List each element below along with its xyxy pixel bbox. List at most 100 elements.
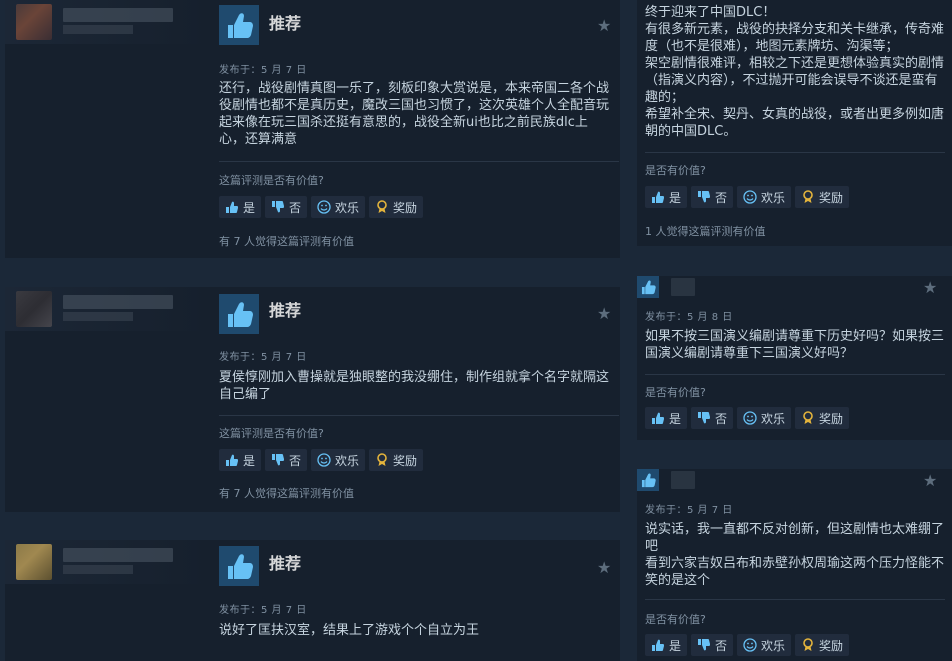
star-icon[interactable]: ★ [597,558,611,577]
avatar[interactable] [16,291,52,327]
award-icon [801,638,815,652]
thumbs-up-icon [651,411,665,425]
award-button[interactable]: 奖励 [369,449,424,471]
username-blurred[interactable] [671,278,695,296]
vote-buttons: 是 否 欢乐 奖励 [219,449,424,471]
review-text: 说实话，我一直都不反对创新，但这剧情也太难绷了吧 看到六家吉奴吕布和赤壁孙权周瑜… [645,522,945,588]
avatar[interactable] [16,4,52,40]
star-icon[interactable]: ★ [923,471,937,490]
smiley-icon [743,411,757,425]
vote-funny-button[interactable]: 欢乐 [311,449,366,471]
award-icon [801,411,815,425]
star-icon[interactable]: ★ [597,304,611,323]
post-date: 发布于：5 月 7 日 [219,352,307,363]
user-info-blurred [63,565,133,574]
star-icon[interactable]: ★ [597,16,611,35]
divider [219,161,619,162]
divider [219,415,619,416]
post-date: 发布于：5 月 7 日 [645,505,733,516]
thumbs-down-icon [697,190,711,204]
thumbs-up-icon [651,638,665,652]
recommend-label[interactable]: 推荐 [269,550,301,574]
vote-buttons: 是 否 欢乐 奖励 [645,634,850,656]
review-card: 推荐 ★ 发布于：5 月 7 日 还行，战役剧情真图一乐了，刻板印象大赏说是，本… [5,0,620,258]
award-icon [801,190,815,204]
helpful-question: 这篇评测是否有价值? [219,427,324,440]
divider [645,374,945,375]
thumbs-down-icon [271,200,285,214]
vote-funny-button[interactable]: 欢乐 [737,186,792,208]
smiley-icon [743,190,757,204]
user-info-blurred [63,312,133,321]
username-blurred[interactable] [671,471,695,489]
recommend-label[interactable]: 推荐 [269,10,301,34]
recommend-label[interactable]: 推荐 [269,297,301,321]
helpful-question: 是否有价值? [645,386,706,399]
award-button[interactable]: 奖励 [795,407,850,429]
vote-funny-button[interactable]: 欢乐 [311,196,366,218]
divider [645,152,945,153]
helpful-question: 是否有价值? [645,164,706,177]
helpful-count: 有 7 人觉得这篇评测有价值 [219,235,354,248]
thumbs-up-icon [651,190,665,204]
vote-buttons: 是 否 欢乐 奖励 [219,196,424,218]
user-bar[interactable] [5,540,217,584]
vote-no-button[interactable]: 否 [265,449,308,471]
star-icon[interactable]: ★ [923,278,937,297]
avatar[interactable] [16,544,52,580]
user-bar[interactable] [5,0,217,44]
award-button[interactable]: 奖励 [795,186,850,208]
review-text: 还行，战役剧情真图一乐了，刻板印象大赏说是，本来帝国二各个战役剧情也都不是真历史… [219,81,610,147]
post-date: 发布于：5 月 7 日 [219,65,307,76]
username-blurred[interactable] [63,8,173,22]
review-card: 终于迎来了中国DLC！ 有很多新元素，战役的抉择分支和关卡继承，传奇难度（也不是… [637,0,952,246]
thumbs-up-icon [225,453,239,467]
thumbs-up-icon [219,5,259,45]
review-card: 推荐 ★ 发布于：5 月 7 日 说好了匡扶汉室，结果上了游戏个个自立为王 [5,540,620,661]
vote-buttons: 是 否 欢乐 奖励 [645,186,850,208]
vote-funny-button[interactable]: 欢乐 [737,407,792,429]
review-text: 夏侯惇刚加入曹操就是独眼整的我没绷住，制作组就拿个名字就隔这自己编了 [219,370,610,402]
thumbs-up-icon [219,546,259,586]
thumbs-down-icon [697,638,711,652]
award-button[interactable]: 奖励 [795,634,850,656]
smiley-icon [317,200,331,214]
smiley-icon [743,638,757,652]
review-text: 终于迎来了中国DLC！ 有很多新元素，战役的抉择分支和关卡继承，传奇难度（也不是… [645,5,945,139]
review-card: ★ 发布于：5 月 8 日 如果不按三国演义编剧请尊重下历史好吗？如果按三国演义… [637,276,952,440]
vote-no-button[interactable]: 否 [691,186,734,208]
vote-yes-button[interactable]: 是 [645,634,688,656]
review-text: 说好了匡扶汉室，结果上了游戏个个自立为王 [219,623,480,638]
vote-yes-button[interactable]: 是 [219,196,262,218]
vote-funny-button[interactable]: 欢乐 [737,634,792,656]
thumbs-down-icon [697,411,711,425]
thumbs-up-icon [225,200,239,214]
user-bar[interactable] [5,287,217,331]
thumbs-down-icon [271,453,285,467]
vote-buttons: 是 否 欢乐 奖励 [645,407,850,429]
vote-yes-button[interactable]: 是 [219,449,262,471]
post-date: 发布于：5 月 8 日 [645,312,733,323]
review-card: 推荐 ★ 发布于：5 月 7 日 夏侯惇刚加入曹操就是独眼整的我没绷住，制作组就… [5,287,620,512]
award-icon [375,200,389,214]
smiley-icon [317,453,331,467]
vote-no-button[interactable]: 否 [691,407,734,429]
vote-yes-button[interactable]: 是 [645,407,688,429]
review-card: ★ 发布于：5 月 7 日 说实话，我一直都不反对创新，但这剧情也太难绷了吧 看… [637,469,952,661]
vote-yes-button[interactable]: 是 [645,186,688,208]
vote-no-button[interactable]: 否 [691,634,734,656]
helpful-count: 1 人觉得这篇评测有价值 [645,225,766,238]
helpful-question: 这篇评测是否有价值? [219,174,324,187]
award-icon [375,453,389,467]
review-text: 如果不按三国演义编剧请尊重下历史好吗？如果按三国演义编剧请尊重下三国演义好吗？ [645,329,945,361]
award-button[interactable]: 奖励 [369,196,424,218]
thumbs-up-icon [219,294,259,334]
thumbs-up-icon [637,469,659,491]
vote-no-button[interactable]: 否 [265,196,308,218]
username-blurred[interactable] [63,295,173,309]
helpful-question: 是否有价值? [645,613,706,626]
divider [645,599,945,600]
thumbs-up-icon [637,276,659,298]
post-date: 发布于：5 月 7 日 [219,605,307,616]
username-blurred[interactable] [63,548,173,562]
